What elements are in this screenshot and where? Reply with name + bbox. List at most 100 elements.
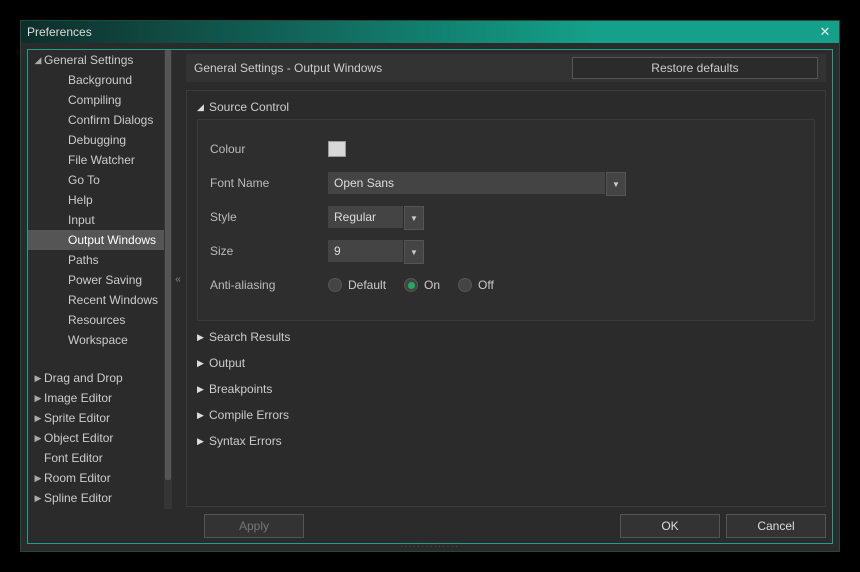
- sidebar-item-label: Workspace: [68, 333, 128, 347]
- main-panel: General Settings - Output Windows Restor…: [184, 50, 832, 509]
- cancel-button[interactable]: Cancel: [726, 514, 826, 538]
- label-font-name: Font Name: [210, 176, 328, 190]
- sidebar-item[interactable]: Confirm Dialogs: [28, 110, 164, 130]
- sidebar-item[interactable]: Output Windows: [28, 230, 164, 250]
- sidebar-item[interactable]: ▶Image Editor: [28, 388, 164, 408]
- chevron-right-icon: ▶: [197, 332, 209, 343]
- font-name-select[interactable]: Open Sans ▼: [328, 172, 626, 194]
- chevron-right-icon: ▶: [32, 493, 44, 504]
- sidebar-item-label: Go To: [68, 173, 100, 187]
- radio-dot: [404, 278, 418, 292]
- aa-radio-default[interactable]: Default: [328, 278, 386, 292]
- close-icon[interactable]: ✕: [817, 24, 833, 40]
- settings-panel: ◢ Source Control Colour Font Name: [186, 90, 826, 507]
- sidebar-item[interactable]: ▶Object Editor: [28, 428, 164, 448]
- chevron-down-icon: ▼: [404, 240, 424, 264]
- sidebar-item[interactable]: Input: [28, 210, 164, 230]
- section-header[interactable]: ▶Search Results: [197, 327, 815, 347]
- chevron-right-icon: ▶: [197, 410, 209, 421]
- section-header-source-control[interactable]: ◢ Source Control: [197, 97, 815, 117]
- label-size: Size: [210, 244, 328, 258]
- chevron-right-icon: ▶: [32, 473, 44, 484]
- aa-radio-on[interactable]: On: [404, 278, 440, 292]
- sidebar-item[interactable]: Resources: [28, 310, 164, 330]
- window-title: Preferences: [27, 25, 817, 39]
- size-select[interactable]: 9 ▼: [328, 240, 424, 262]
- section-header[interactable]: ▶Breakpoints: [197, 379, 815, 399]
- sidebar-item[interactable]: Power Saving: [28, 270, 164, 290]
- section-header[interactable]: ▶Syntax Errors: [197, 431, 815, 451]
- section-title: Compile Errors: [209, 408, 289, 422]
- chevron-down-icon: ▼: [606, 172, 626, 196]
- style-select[interactable]: Regular ▼: [328, 206, 424, 228]
- chevron-down-icon: ◢: [32, 55, 44, 66]
- sidebar-item[interactable]: File Watcher: [28, 150, 164, 170]
- sidebar-item-label: File Watcher: [68, 153, 135, 167]
- resize-grip-icon[interactable]: ::::::::::::::: [400, 540, 459, 549]
- section-header[interactable]: ▶Output: [197, 353, 815, 373]
- sidebar-item-label: Image Editor: [44, 391, 112, 405]
- sidebar-item[interactable]: Font Editor: [28, 448, 164, 468]
- sidebar-item-label: Resources: [68, 313, 125, 327]
- sidebar-item[interactable]: ▶Drag and Drop: [28, 368, 164, 388]
- section-title: Search Results: [209, 330, 290, 344]
- section-collapsed: ▶Compile Errors: [197, 405, 815, 425]
- apply-button[interactable]: Apply: [204, 514, 304, 538]
- radio-dot: [458, 278, 472, 292]
- sidebar-item[interactable]: Paths: [28, 250, 164, 270]
- section-source-control: ◢ Source Control Colour Font Name: [197, 97, 815, 321]
- restore-defaults-button[interactable]: Restore defaults: [572, 57, 818, 79]
- sidebar-item-label: Confirm Dialogs: [68, 113, 153, 127]
- sidebar-scrollbar[interactable]: [164, 50, 172, 509]
- sidebar-item[interactable]: Compiling: [28, 90, 164, 110]
- footer: Apply OK Cancel: [28, 509, 832, 543]
- section-title: Breakpoints: [209, 382, 272, 396]
- chevron-right-icon: ▶: [32, 413, 44, 424]
- sidebar-collapse-handle[interactable]: «: [172, 50, 184, 509]
- sidebar-item[interactable]: Background: [28, 70, 164, 90]
- colour-swatch[interactable]: [328, 141, 346, 157]
- section-header[interactable]: ▶Compile Errors: [197, 405, 815, 425]
- sidebar-scrollbar-thumb[interactable]: [165, 50, 171, 480]
- chevron-right-icon: ▶: [32, 433, 44, 444]
- sidebar: ◢General Settings Background Compiling Conf…: [28, 50, 172, 509]
- sidebar-item[interactable]: Workspace: [28, 330, 164, 350]
- sidebar-item[interactable]: ▶Room Editor: [28, 468, 164, 488]
- sidebar-item-label: Font Editor: [44, 451, 103, 465]
- sidebar-item[interactable]: ▶Spline Editor: [28, 488, 164, 508]
- chevron-right-icon: ▶: [32, 393, 44, 404]
- sidebar-item-label: Recent Windows: [68, 293, 158, 307]
- section-title: Syntax Errors: [209, 434, 282, 448]
- section-title: Output: [209, 356, 245, 370]
- sidebar-item[interactable]: Debugging: [28, 130, 164, 150]
- sidebar-item-label: Output Windows: [68, 233, 156, 247]
- radio-dot: [328, 278, 342, 292]
- chevron-right-icon: ▶: [197, 436, 209, 447]
- sidebar-item-label: General Settings: [44, 53, 133, 67]
- sidebar-item[interactable]: ◢General Settings: [28, 50, 164, 70]
- sidebar-item-label: Background: [68, 73, 132, 87]
- section-collapsed: ▶Syntax Errors: [197, 431, 815, 451]
- sidebar-item-label: Input: [68, 213, 95, 227]
- aa-radio-off[interactable]: Off: [458, 278, 494, 292]
- section-collapsed: ▶Search Results: [197, 327, 815, 347]
- sidebar-item[interactable]: Help: [28, 190, 164, 210]
- label-anti-aliasing: Anti-aliasing: [210, 278, 328, 292]
- section-collapsed: ▶Breakpoints: [197, 379, 815, 399]
- preferences-window: Preferences ✕ ◢General Settings Backgroun…: [20, 20, 840, 552]
- ok-button[interactable]: OK: [620, 514, 720, 538]
- sidebar-item-label: Debugging: [68, 133, 126, 147]
- sidebar-item[interactable]: Recent Windows: [28, 290, 164, 310]
- sidebar-item-label: Room Editor: [44, 471, 111, 485]
- label-colour: Colour: [210, 142, 328, 156]
- sidebar-item[interactable]: ▶Sprite Editor: [28, 408, 164, 428]
- chevron-right-icon: ▶: [197, 358, 209, 369]
- anti-aliasing-radios: Default On Off: [328, 278, 494, 292]
- chevron-down-icon: ▼: [404, 206, 424, 230]
- sidebar-item-label: Compiling: [68, 93, 121, 107]
- chevron-right-icon: ▶: [197, 384, 209, 395]
- sidebar-item-label: Sprite Editor: [44, 411, 110, 425]
- breadcrumb: General Settings - Output Windows: [194, 61, 572, 75]
- sidebar-item[interactable]: Go To: [28, 170, 164, 190]
- section-collapsed: ▶Output: [197, 353, 815, 373]
